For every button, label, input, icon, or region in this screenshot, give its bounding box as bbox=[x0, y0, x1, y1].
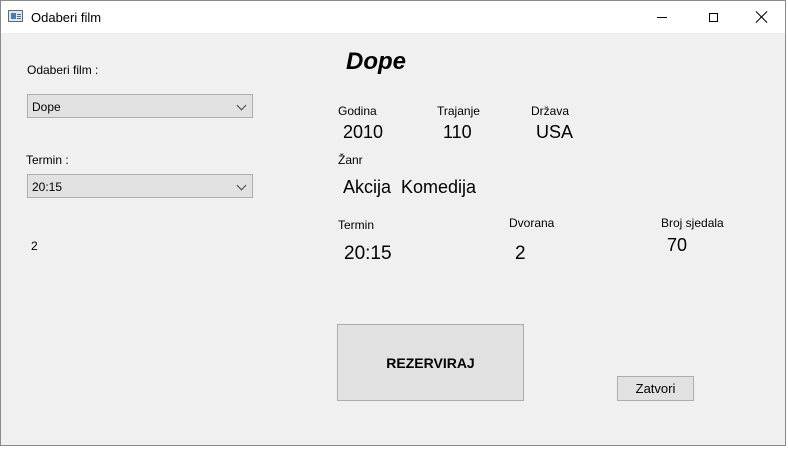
drzava-label: Država bbox=[531, 104, 570, 118]
termin-select[interactable]: 20:15 bbox=[27, 174, 253, 198]
close-window-button[interactable] bbox=[739, 1, 785, 33]
rezerviraj-button[interactable]: REZERVIRAJ bbox=[337, 324, 524, 401]
maximize-button[interactable] bbox=[690, 1, 736, 33]
maximize-icon bbox=[708, 12, 718, 22]
close-icon bbox=[756, 11, 768, 23]
film-select[interactable]: Dope bbox=[27, 94, 253, 118]
termin-select-label: Termin : bbox=[26, 153, 69, 167]
godina-label: Godina bbox=[338, 104, 377, 118]
zanr-value: Akcija Komedija bbox=[343, 177, 477, 197]
info-number-label: 2 bbox=[31, 239, 38, 253]
app-window-icon bbox=[8, 10, 23, 22]
title-bar: Odaberi film bbox=[1, 1, 785, 33]
film-select-value: Dope bbox=[32, 100, 61, 114]
chevron-down-icon bbox=[236, 180, 247, 191]
broj-sjedala-label: Broj sjedala bbox=[661, 216, 724, 230]
broj-sjedala-value: 70 bbox=[667, 235, 688, 255]
minimize-icon bbox=[657, 16, 667, 18]
main-window: Odaberi film Odaberi film : Dope Termin … bbox=[0, 0, 786, 446]
zanr-label: Žanr bbox=[338, 153, 363, 167]
minimize-button[interactable] bbox=[639, 1, 685, 33]
termin-value: 20:15 bbox=[344, 243, 392, 264]
dvorana-value: 2 bbox=[515, 243, 526, 264]
movie-title: Dope bbox=[346, 48, 406, 75]
drzava-value: USA bbox=[536, 122, 574, 142]
termin-label: Termin bbox=[338, 218, 375, 232]
godina-value: 2010 bbox=[343, 122, 384, 142]
chevron-down-icon bbox=[236, 100, 247, 111]
trajanje-value: 110 bbox=[443, 122, 472, 142]
film-select-label: Odaberi film : bbox=[27, 63, 99, 77]
window-title: Odaberi film bbox=[31, 10, 102, 25]
termin-select-value: 20:15 bbox=[32, 180, 63, 194]
dvorana-label: Dvorana bbox=[509, 216, 555, 230]
zatvori-button[interactable]: Zatvori bbox=[617, 376, 694, 401]
trajanje-label: Trajanje bbox=[437, 104, 480, 118]
